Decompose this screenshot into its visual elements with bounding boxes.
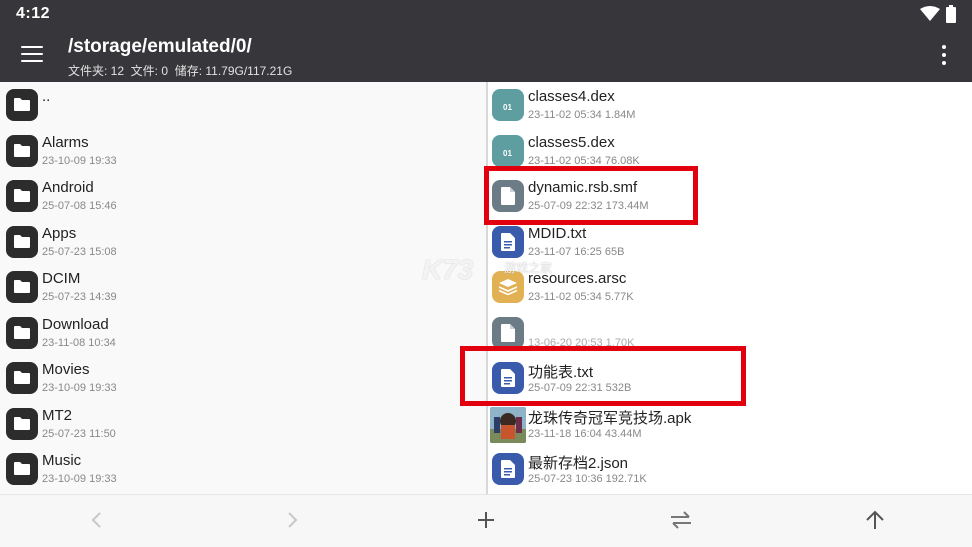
file-name: dynamic.rsb.smf bbox=[528, 179, 638, 196]
list-item[interactable]: 13-06-20 20:53 1.70K bbox=[488, 311, 972, 356]
file-meta: 23-11-02 05:34 1.84M bbox=[528, 109, 636, 121]
list-item[interactable]: DCIM 25-07-23 14:39 bbox=[0, 265, 486, 310]
file-meta: 25-07-08 15:46 bbox=[42, 200, 117, 212]
list-item[interactable]: 最新存档2.json 25-07-23 10:36 192.71K bbox=[488, 447, 972, 492]
file-name: 功能表.txt bbox=[528, 364, 594, 381]
file-name: .. bbox=[42, 88, 51, 105]
file-meta: 25-07-23 10:36 192.71K bbox=[528, 473, 647, 485]
more-options-icon[interactable] bbox=[938, 42, 950, 68]
file-meta: 23-11-02 05:34 76.08K bbox=[528, 155, 640, 167]
file-name: 龙珠传奇冠军竞技场.apk bbox=[528, 410, 692, 427]
file-name: Download bbox=[42, 316, 109, 333]
back-chevron-icon[interactable] bbox=[82, 505, 112, 535]
file-name: MDID.txt bbox=[528, 225, 587, 242]
file-name: Movies bbox=[42, 361, 90, 378]
current-path-title: /storage/emulated/0/ bbox=[68, 36, 252, 57]
folder-icon bbox=[6, 226, 38, 258]
text-file-icon bbox=[492, 453, 524, 485]
text-file-icon bbox=[492, 362, 524, 394]
bottom-action-bar bbox=[0, 494, 972, 547]
list-item[interactable]: resources.arsc 23-11-02 05:34 5.77K bbox=[488, 265, 972, 310]
file-meta: 13-06-20 20:53 1.70K bbox=[528, 337, 635, 349]
file-meta: 23-11-02 05:34 5.77K bbox=[528, 291, 634, 303]
file-meta: 23-10-09 19:33 bbox=[42, 473, 117, 485]
apk-thumbnail bbox=[490, 407, 526, 443]
list-item[interactable]: 01 classes5.dex 23-11-02 05:34 76.08K bbox=[488, 129, 972, 174]
file-name: 最新存档2.json bbox=[528, 455, 629, 472]
folder-icon bbox=[6, 89, 38, 121]
file-meta: 25-07-23 11:50 bbox=[42, 428, 116, 440]
folder-icon bbox=[6, 135, 38, 167]
file-name: resources.arsc bbox=[528, 270, 627, 287]
wifi-icon bbox=[920, 6, 940, 21]
generic-file-icon bbox=[492, 180, 524, 212]
list-item[interactable]: Download 23-11-08 10:34 bbox=[0, 311, 486, 356]
file-meta: 23-11-08 10:34 bbox=[42, 337, 116, 349]
folder-icon bbox=[6, 408, 38, 440]
folder-icon bbox=[6, 180, 38, 212]
folder-icon bbox=[6, 362, 38, 394]
file-meta: 25-07-23 14:39 bbox=[42, 291, 117, 303]
list-item[interactable]: 功能表.txt 25-07-09 22:31 532B bbox=[488, 356, 972, 401]
app-toolbar: /storage/emulated/0/ 文件夹: 12 文件: 0 储存: 1… bbox=[0, 28, 972, 82]
list-item[interactable]: Movies 23-10-09 19:33 bbox=[0, 356, 486, 401]
file-meta: 25-07-09 22:31 532B bbox=[528, 382, 632, 394]
list-item[interactable]: Alarms 23-10-09 19:33 bbox=[0, 129, 486, 174]
storage-info: 文件夹: 12 文件: 0 储存: 11.79G/117.21G bbox=[68, 64, 293, 78]
file-name: classes4.dex bbox=[528, 88, 615, 105]
file-meta: 23-11-07 16:25 65B bbox=[528, 246, 625, 258]
dex-file-icon: 01 bbox=[492, 89, 524, 121]
file-name: Music bbox=[42, 452, 82, 469]
status-bar: 4:12 bbox=[0, 0, 972, 28]
file-meta: 25-07-09 22:32 173.44M bbox=[528, 200, 649, 212]
file-name: classes5.dex bbox=[528, 134, 615, 151]
generic-file-icon bbox=[492, 317, 524, 349]
list-item[interactable]: 龙珠传奇冠军竞技场.apk 23-11-18 16:04 43.44M bbox=[488, 402, 972, 447]
up-arrow-icon[interactable] bbox=[860, 505, 890, 535]
list-item[interactable]: MT2 25-07-23 11:50 bbox=[0, 402, 486, 447]
hamburger-menu-icon[interactable] bbox=[19, 44, 45, 66]
dex-file-icon: 01 bbox=[492, 135, 524, 167]
list-item[interactable]: Music 23-10-09 19:33 bbox=[0, 447, 486, 492]
file-name: Android bbox=[42, 179, 94, 196]
status-time: 4:12 bbox=[16, 5, 51, 22]
text-file-icon bbox=[492, 226, 524, 258]
add-icon[interactable] bbox=[471, 505, 501, 535]
file-name: Alarms bbox=[42, 134, 89, 151]
list-item[interactable]: dynamic.rsb.smf 25-07-09 22:32 173.44M bbox=[488, 174, 972, 219]
left-file-pane: .. Alarms 23-10-09 19:33 Android 25-07-0… bbox=[0, 82, 486, 494]
file-name: DCIM bbox=[42, 270, 81, 287]
right-file-pane: 01 classes4.dex 23-11-02 05:34 1.84M 01 … bbox=[488, 82, 972, 494]
file-meta: 23-11-18 16:04 43.44M bbox=[528, 428, 642, 440]
folder-icon bbox=[6, 317, 38, 349]
file-name: Apps bbox=[42, 225, 77, 242]
list-item[interactable]: Apps 25-07-23 15:08 bbox=[0, 220, 486, 265]
list-item[interactable]: MDID.txt 23-11-07 16:25 65B bbox=[488, 220, 972, 265]
file-name: MT2 bbox=[42, 407, 72, 424]
file-meta: 25-07-23 15:08 bbox=[42, 246, 117, 258]
file-meta: 23-10-09 19:33 bbox=[42, 155, 117, 167]
folder-icon bbox=[6, 453, 38, 485]
file-meta: 23-10-09 19:33 bbox=[42, 382, 117, 394]
list-item[interactable]: 01 classes4.dex 23-11-02 05:34 1.84M bbox=[488, 83, 972, 128]
list-item-parent-dir[interactable]: .. bbox=[0, 83, 486, 128]
arsc-file-icon bbox=[492, 271, 524, 303]
folder-icon bbox=[6, 271, 38, 303]
battery-icon bbox=[946, 5, 956, 23]
list-item[interactable]: Android 25-07-08 15:46 bbox=[0, 174, 486, 219]
swap-panes-icon[interactable] bbox=[666, 505, 696, 535]
forward-chevron-icon[interactable] bbox=[277, 505, 307, 535]
